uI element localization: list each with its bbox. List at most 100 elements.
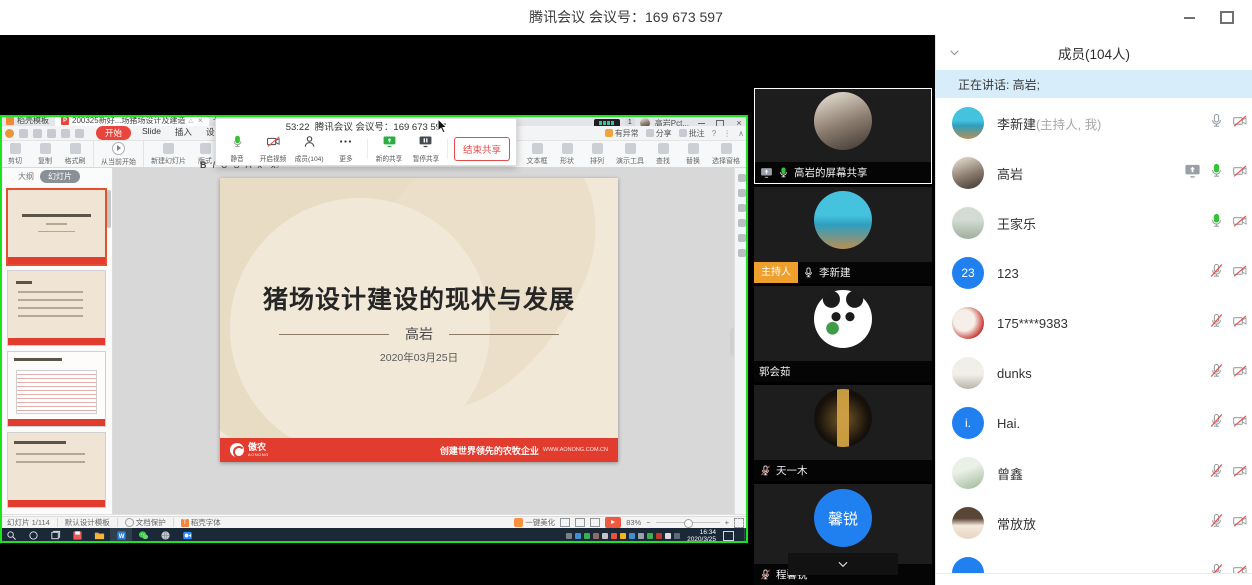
toolbar-button-members[interactable]: 成员(104) <box>294 134 324 164</box>
side-tool-icon[interactable] <box>738 189 746 197</box>
design-template-label[interactable]: 默认设计模板 <box>65 517 110 528</box>
normal-view-icon[interactable] <box>560 518 570 527</box>
chevron-down-icon[interactable] <box>948 46 961 62</box>
slide-thumbnail-4[interactable] <box>8 433 105 507</box>
menu-action-3[interactable]: 批注 <box>679 128 705 139</box>
mic-icon[interactable] <box>1208 512 1225 534</box>
member-row[interactable]: 175****9383 <box>936 298 1252 348</box>
mic-icon[interactable] <box>1208 312 1225 334</box>
ribbon-button-查找[interactable]: 查找 <box>648 143 678 166</box>
tray-icon[interactable] <box>620 533 626 539</box>
slide-editor-surface[interactable]: 猪场设计建设的现状与发展 高岩 2020年03月25日 傲农 <box>220 178 618 462</box>
camera-off-icon[interactable] <box>1232 213 1248 234</box>
mic-icon[interactable] <box>1208 562 1225 574</box>
menu-glyph[interactable]: ∧ <box>738 129 744 138</box>
zoom-out-button[interactable]: − <box>646 518 650 527</box>
camera-off-icon[interactable] <box>1232 463 1248 484</box>
show-desktop-button[interactable] <box>744 528 748 543</box>
print-icon[interactable] <box>33 129 42 138</box>
menu-glyph[interactable]: ⋮ <box>723 129 731 138</box>
ribbon-button-形状[interactable]: 形状 <box>552 143 582 166</box>
ribbon-tab-Slide[interactable]: Slide <box>135 126 168 140</box>
tray-icon[interactable] <box>674 533 680 539</box>
tray-icon[interactable] <box>665 533 671 539</box>
fit-window-icon[interactable] <box>734 518 744 528</box>
taskbar-clock[interactable]: 16:342020/3/25 <box>687 529 716 543</box>
toolbar-button-pause-share[interactable]: 暂停共享 <box>411 134 441 164</box>
slideshow-button[interactable] <box>605 517 621 528</box>
ribbon-button-格式刷[interactable]: 格式刷 <box>60 143 90 166</box>
reading-view-icon[interactable] <box>590 518 600 527</box>
slide-thumbnail-3[interactable] <box>8 352 105 426</box>
camera-off-icon[interactable] <box>1232 313 1248 334</box>
action-center-icon[interactable] <box>723 531 734 541</box>
tab-docer-templates[interactable]: 稻壳模板 <box>0 115 55 126</box>
ribbon-button-文本框[interactable]: 文本框 <box>522 143 552 166</box>
side-tool-icon[interactable] <box>738 204 746 212</box>
camera-off-icon[interactable] <box>1232 563 1248 575</box>
close-tab-icon[interactable]: × <box>198 116 203 125</box>
video-tile-3[interactable]: 郭会茹 <box>754 286 932 382</box>
member-row[interactable]: 李新建(主持人, 我) <box>936 98 1252 148</box>
collapse-videos-button[interactable] <box>788 553 898 575</box>
ribbon-button-排列[interactable]: 排列 <box>582 143 612 166</box>
video-tile-5[interactable]: 馨锐程馨锐 <box>754 484 932 585</box>
toolbar-button-camera[interactable]: 开启视频 <box>258 134 288 164</box>
member-row[interactable]: 高岩 <box>936 148 1252 198</box>
video-tile-1[interactable]: 高岩的屏幕共享 <box>754 88 932 184</box>
video-tile-4[interactable]: 天一木 <box>754 385 932 481</box>
side-tool-icon[interactable] <box>738 219 746 227</box>
taskbar-file-explorer-icon[interactable] <box>88 528 110 543</box>
wps-home-icon[interactable] <box>5 129 14 138</box>
ribbon-button-剪切[interactable]: 剪切 <box>0 143 30 166</box>
side-tool-icon[interactable] <box>738 234 746 242</box>
preview-icon[interactable] <box>47 129 56 138</box>
slide-canvas[interactable]: 猪场设计建设的现状与发展 高岩 2020年03月25日 傲农 <box>113 168 748 514</box>
redo-icon[interactable] <box>75 129 84 138</box>
toolbar-button-new-share[interactable]: 新的共享 <box>374 134 404 164</box>
tray-icon[interactable] <box>602 533 608 539</box>
tray-icon[interactable] <box>656 533 662 539</box>
camera-off-icon[interactable] <box>1232 363 1248 384</box>
side-tool-icon[interactable] <box>738 174 746 182</box>
tray-icon[interactable] <box>566 533 572 539</box>
save-icon[interactable] <box>19 129 28 138</box>
ribbon-button-新建幻灯片[interactable]: 新建幻灯片 <box>147 143 190 166</box>
taskbar-wps-presentation-icon[interactable]: W <box>110 528 132 543</box>
member-row[interactable]: 王家乐 <box>936 198 1252 248</box>
tray-icon[interactable] <box>611 533 617 539</box>
thumbnail-scrollbar[interactable] <box>107 190 111 228</box>
tray-icon[interactable] <box>593 533 599 539</box>
taskbar-task-view-icon[interactable] <box>44 528 66 543</box>
ribbon-button-选择窗格[interactable]: 选择窗格 <box>708 143 744 166</box>
mic-icon[interactable] <box>1208 262 1225 284</box>
zoom-knob[interactable] <box>684 519 693 528</box>
menu-glyph[interactable]: ? <box>712 129 716 138</box>
mic-icon[interactable] <box>1208 162 1225 184</box>
mic-icon[interactable] <box>1208 112 1225 134</box>
tab-current-document[interactable]: P 200325新好...场猪场设计及建造 △ × <box>55 115 209 126</box>
undo-icon[interactable] <box>61 129 70 138</box>
member-row[interactable]: dunks <box>936 348 1252 398</box>
minimize-button[interactable] <box>1172 0 1206 35</box>
taskbar-wps-office-icon[interactable] <box>66 528 88 543</box>
member-row[interactable]: 常放放 <box>936 498 1252 548</box>
maximize-button[interactable] <box>1210 0 1244 35</box>
tray-icon[interactable] <box>638 533 644 539</box>
tab-outline[interactable]: 大纲 <box>18 171 34 182</box>
end-share-button[interactable]: 结束共享 <box>454 137 510 161</box>
tab-slides[interactable]: 幻灯片 <box>40 170 80 183</box>
ribbon-button-替换[interactable]: 替换 <box>678 143 708 166</box>
taskbar-tencent-meeting-icon[interactable] <box>176 528 198 543</box>
side-tool-icon[interactable] <box>738 249 746 257</box>
menu-action-1[interactable]: 有异常 <box>605 128 639 139</box>
ribbon-button-从当前开始[interactable]: 从当前开始 <box>97 142 140 167</box>
tray-icon[interactable] <box>584 533 590 539</box>
taskbar-search-icon[interactable] <box>0 528 22 543</box>
toolbar-button-mute[interactable]: 静音 <box>222 134 252 164</box>
beautify-button[interactable]: 一键美化 <box>514 517 555 528</box>
tray-icon[interactable] <box>575 533 581 539</box>
mic-icon[interactable] <box>1208 412 1225 434</box>
ribbon-button-复制[interactable]: 复制 <box>30 143 60 166</box>
ribbon-tab-开始[interactable]: 开始 <box>96 126 131 140</box>
